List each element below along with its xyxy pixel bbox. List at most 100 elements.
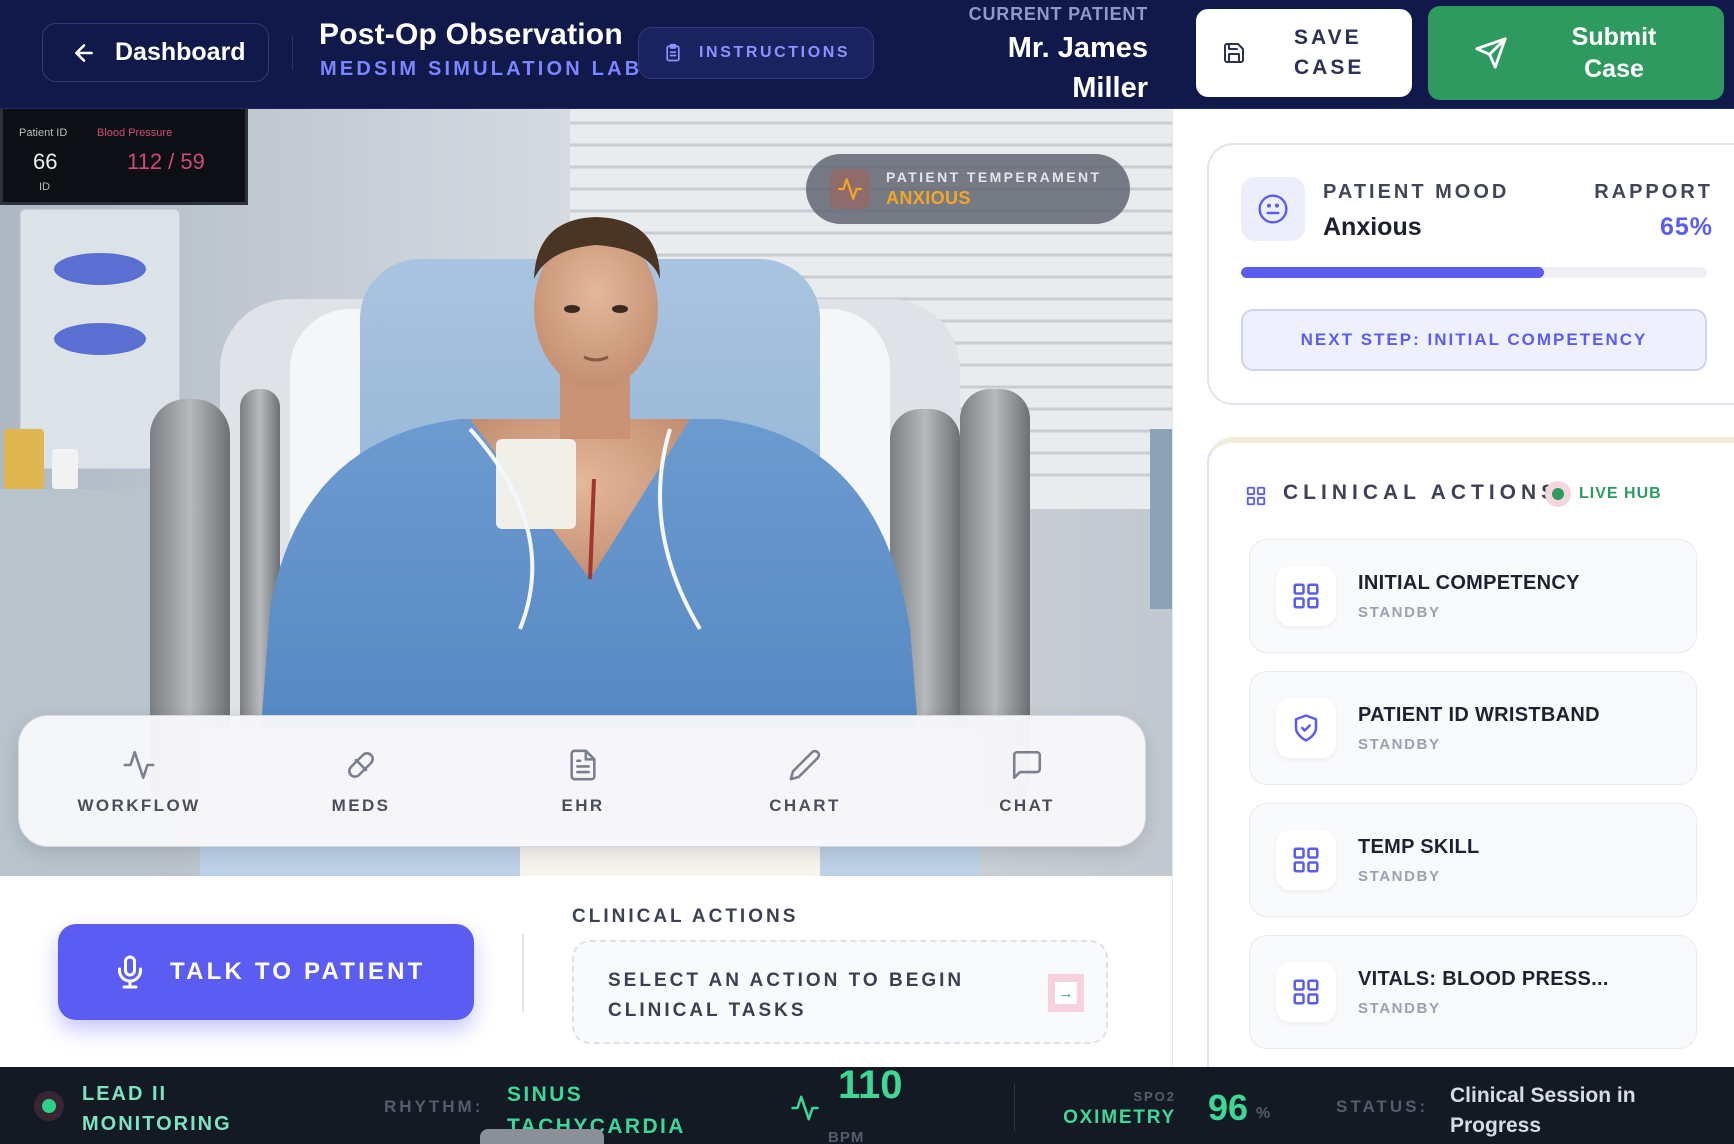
action-item-initial-competency[interactable]: INITIAL COMPETENCY STANDBY bbox=[1249, 539, 1697, 653]
monitor-bp-label: Blood Pressure bbox=[97, 127, 173, 139]
action-item-status: STANDBY bbox=[1358, 604, 1441, 621]
tool-workflow-label: WORKFLOW bbox=[77, 796, 201, 815]
save-case-button[interactable]: SAVE CASE bbox=[1196, 9, 1412, 97]
scene-toolbar: WORKFLOW MEDS EHR CHART CHAT bbox=[18, 715, 1146, 847]
live-hub-badge: LIVE HUB bbox=[1545, 479, 1662, 509]
lead-monitoring-label: LEAD II MONITORING bbox=[82, 1083, 232, 1135]
instructions-button[interactable]: INSTRUCTIONS bbox=[638, 27, 874, 79]
clinical-actions-label: CLINICAL ACTIONS bbox=[572, 906, 799, 927]
patient-scene: Patient ID 66 ID Blood Pressure 112 / 59… bbox=[0, 109, 1172, 876]
app-root: Dashboard Post-Op Observation MEDSIM SIM… bbox=[0, 0, 1734, 1144]
rapport-progress-fill bbox=[1241, 267, 1544, 278]
horizontal-scrollbar-thumb[interactable] bbox=[480, 1129, 604, 1144]
session-status-label: STATUS: bbox=[1336, 1097, 1429, 1116]
bedside-vitals-monitor: Patient ID 66 ID Blood Pressure 112 / 59 bbox=[0, 109, 248, 205]
action-item-status: STANDBY bbox=[1358, 1000, 1441, 1017]
action-item-name: PATIENT ID WRISTBAND bbox=[1358, 704, 1600, 726]
rapport-value: 65% bbox=[1659, 213, 1713, 241]
live-indicator-dot bbox=[1545, 481, 1571, 507]
select-action-prompt: SELECT AN ACTION TO BEGIN CLINICAL TASKS bbox=[608, 970, 965, 1021]
next-step-button[interactable]: NEXT STEP: INITIAL COMPETENCY bbox=[1241, 309, 1707, 371]
clipboard-icon bbox=[666, 43, 680, 62]
vitals-status-bar: LEAD II MONITORING RHYTHM: SINUS TACHYCA… bbox=[0, 1063, 1734, 1144]
next-step-label: NEXT STEP: INITIAL COMPETENCY bbox=[1300, 330, 1648, 349]
monitor-bp-value: 112 / 59 bbox=[127, 149, 205, 174]
right-panel: PATIENT MOOD Anxious RAPPORT 65% NEXT ST… bbox=[1172, 109, 1734, 1067]
top-header: Dashboard Post-Op Observation MEDSIM SIM… bbox=[0, 0, 1734, 109]
action-item-temp-skill[interactable]: TEMP SKILL STANDBY bbox=[1249, 803, 1697, 917]
patient-mood-label: PATIENT MOOD bbox=[1323, 181, 1510, 203]
current-patient-label: CURRENT PATIENT bbox=[968, 4, 1148, 24]
file-text-icon bbox=[570, 749, 596, 781]
arrow-left-icon bbox=[75, 43, 93, 62]
spo2-label: SPO2 bbox=[1133, 1089, 1176, 1104]
tool-chat-button[interactable]: CHAT bbox=[927, 716, 1127, 848]
grid-icon bbox=[1246, 486, 1266, 506]
action-area-divider bbox=[522, 934, 524, 1012]
send-icon bbox=[1475, 37, 1507, 69]
grid-icon bbox=[1276, 962, 1336, 1022]
action-item-status: STANDBY bbox=[1358, 868, 1441, 885]
select-action-box[interactable]: SELECT AN ACTION TO BEGIN CLINICAL TASKS… bbox=[572, 940, 1108, 1044]
tool-ehr-label: EHR bbox=[561, 796, 605, 815]
session-status-value: Clinical Session in Progress bbox=[1450, 1084, 1636, 1137]
clinical-actions-title: CLINICAL ACTIONS bbox=[1283, 481, 1561, 504]
live-hub-label: LIVE HUB bbox=[1579, 485, 1662, 502]
monitor-patient-id-label: Patient ID bbox=[19, 127, 68, 139]
monitor-id-label: ID bbox=[39, 181, 50, 193]
save-icon bbox=[1224, 43, 1244, 63]
patient-temperament-badge: PATIENT TEMPERAMENT ANXIOUS bbox=[806, 154, 1130, 224]
action-item-vitals-blood-pressure[interactable]: VITALS: BLOOD PRESS... STANDBY bbox=[1249, 935, 1697, 1049]
heart-rate-icon bbox=[791, 1095, 819, 1121]
status-divider bbox=[1014, 1083, 1015, 1131]
oximetry-label: OXIMETRY bbox=[1063, 1107, 1176, 1128]
talk-to-patient-label: TALK TO PATIENT bbox=[170, 958, 426, 985]
tool-meds-button[interactable]: MEDS bbox=[261, 716, 461, 848]
current-patient-name: Mr. James Miller bbox=[1007, 32, 1148, 104]
action-item-name: TEMP SKILL bbox=[1358, 836, 1480, 858]
tool-meds-label: MEDS bbox=[331, 796, 391, 815]
action-item-name: VITALS: BLOOD PRESS... bbox=[1358, 968, 1609, 990]
activity-icon bbox=[830, 169, 870, 209]
spo2-unit: % bbox=[1256, 1105, 1271, 1122]
talk-to-patient-button[interactable]: TALK TO PATIENT bbox=[58, 924, 474, 1020]
submit-case-label: Submit Case bbox=[1571, 23, 1657, 83]
dashboard-label: Dashboard bbox=[115, 38, 246, 66]
temperament-text: PATIENT TEMPERAMENT ANXIOUS bbox=[886, 169, 1101, 209]
temperament-value: ANXIOUS bbox=[886, 188, 971, 208]
microphone-icon bbox=[118, 955, 142, 989]
submit-case-button[interactable]: Submit Case bbox=[1428, 6, 1724, 100]
heart-rate-unit: BPM bbox=[828, 1129, 865, 1144]
patient-mood-value: Anxious bbox=[1323, 213, 1422, 241]
clinical-actions-card: CLINICAL ACTIONS LIVE HUB INITIAL COMPET… bbox=[1207, 437, 1734, 1067]
pencil-icon bbox=[789, 749, 821, 781]
page-title: Post-Op Observation bbox=[319, 18, 623, 51]
arrow-right-icon: → bbox=[1048, 974, 1084, 1012]
rapport-progress-bar bbox=[1241, 267, 1707, 278]
monitor-patient-id-value: 66 bbox=[33, 149, 58, 174]
page-subtitle: MEDSIM SIMULATION LAB bbox=[320, 58, 643, 80]
dashboard-back-button[interactable]: Dashboard bbox=[42, 23, 269, 82]
message-square-icon bbox=[1012, 750, 1042, 780]
action-area: TALK TO PATIENT CLINICAL ACTIONS SELECT … bbox=[0, 876, 1172, 1067]
tool-ehr-button[interactable]: EHR bbox=[483, 716, 683, 848]
action-item-name: INITIAL COMPETENCY bbox=[1358, 572, 1580, 594]
tool-chat-label: CHAT bbox=[999, 796, 1055, 815]
monitoring-indicator-dot bbox=[34, 1091, 64, 1121]
grid-icon bbox=[1276, 830, 1336, 890]
heart-rate-value: 110 bbox=[838, 1063, 903, 1107]
instructions-label: INSTRUCTIONS bbox=[699, 44, 851, 61]
temperament-label: PATIENT TEMPERAMENT bbox=[886, 169, 1102, 185]
header-divider bbox=[292, 36, 293, 70]
activity-icon bbox=[123, 750, 155, 780]
action-item-patient-id-wristband[interactable]: PATIENT ID WRISTBAND STANDBY bbox=[1249, 671, 1697, 785]
spo2-value: 96 bbox=[1208, 1087, 1249, 1128]
mood-face-icon bbox=[1241, 177, 1305, 241]
patient-mood-card: PATIENT MOOD Anxious RAPPORT 65% NEXT ST… bbox=[1207, 143, 1734, 405]
pill-icon bbox=[348, 752, 374, 778]
rapport-label: RAPPORT bbox=[1594, 181, 1713, 203]
save-case-label: SAVE CASE bbox=[1294, 26, 1365, 79]
rhythm-label: RHYTHM: bbox=[384, 1097, 484, 1116]
tool-workflow-button[interactable]: WORKFLOW bbox=[39, 716, 239, 848]
tool-chart-button[interactable]: CHART bbox=[705, 716, 905, 848]
